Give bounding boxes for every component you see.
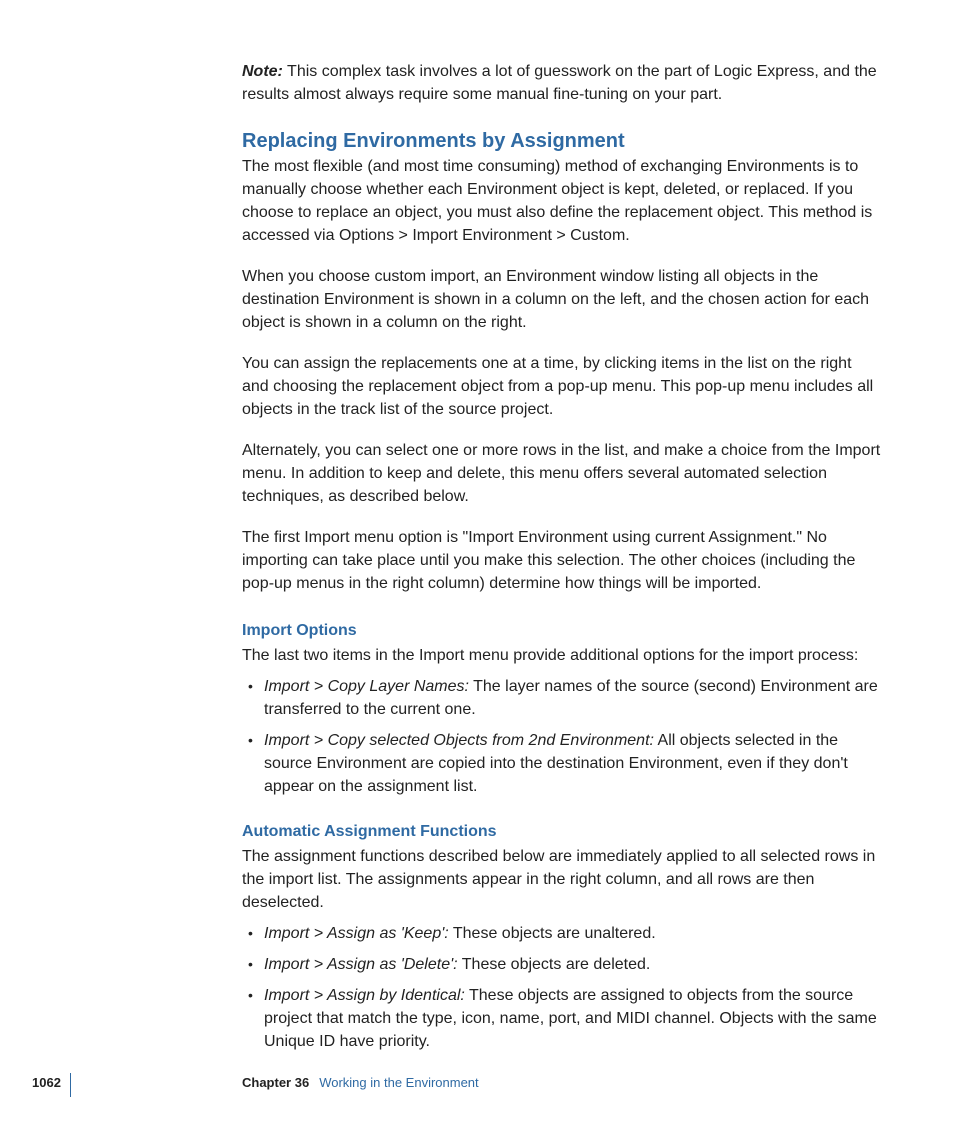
list-item-label: Import > Copy selected Objects from 2nd …: [264, 732, 654, 749]
note-label: Note:: [242, 63, 283, 80]
paragraph: The assignment functions described below…: [242, 845, 882, 914]
section-heading-replacing: Replacing Environments by Assignment: [242, 130, 882, 153]
list-item-text: These objects are unaltered.: [449, 925, 656, 942]
paragraph: You can assign the replacements one at a…: [242, 352, 882, 421]
paragraph: The most flexible (and most time consumi…: [242, 155, 882, 247]
page-number: 1062: [32, 1075, 61, 1090]
paragraph: Alternately, you can select one or more …: [242, 439, 882, 508]
bullet-list-import-options: Import > Copy Layer Names: The layer nam…: [242, 675, 882, 798]
bullet-list-assignment: Import > Assign as 'Keep': These objects…: [242, 922, 882, 1053]
document-page: Note: This complex task involves a lot o…: [0, 0, 954, 1145]
chapter-number: Chapter 36: [242, 1075, 309, 1090]
list-item-label: Import > Assign by Identical:: [264, 987, 465, 1004]
note-text: This complex task involves a lot of gues…: [242, 63, 877, 103]
list-item: Import > Assign as 'Delete': These objec…: [242, 953, 882, 976]
subsection-heading-import-options: Import Options: [242, 619, 882, 642]
page-footer: 1062 Chapter 36 Working in the Environmen…: [0, 1073, 954, 1097]
footer-separator: [70, 1073, 71, 1097]
list-item: Import > Assign as 'Keep': These objects…: [242, 922, 882, 945]
list-item-label: Import > Assign as 'Delete':: [264, 956, 458, 973]
body-text-column: Note: This complex task involves a lot o…: [242, 60, 882, 1075]
subsection-heading-automatic-assignment: Automatic Assignment Functions: [242, 820, 882, 843]
list-item: Import > Assign by Identical: These obje…: [242, 984, 882, 1053]
chapter-title: Working in the Environment: [319, 1075, 478, 1090]
list-item-text: These objects are deleted.: [458, 956, 651, 973]
list-item-label: Import > Assign as 'Keep':: [264, 925, 449, 942]
list-item: Import > Copy Layer Names: The layer nam…: [242, 675, 882, 721]
paragraph: The first Import menu option is "Import …: [242, 526, 882, 595]
note-paragraph: Note: This complex task involves a lot o…: [242, 60, 882, 106]
list-item: Import > Copy selected Objects from 2nd …: [242, 729, 882, 798]
footer-chapter: Chapter 36 Working in the Environment: [242, 1075, 479, 1090]
list-item-label: Import > Copy Layer Names:: [264, 678, 469, 695]
paragraph: When you choose custom import, an Enviro…: [242, 265, 882, 334]
paragraph: The last two items in the Import menu pr…: [242, 644, 882, 667]
